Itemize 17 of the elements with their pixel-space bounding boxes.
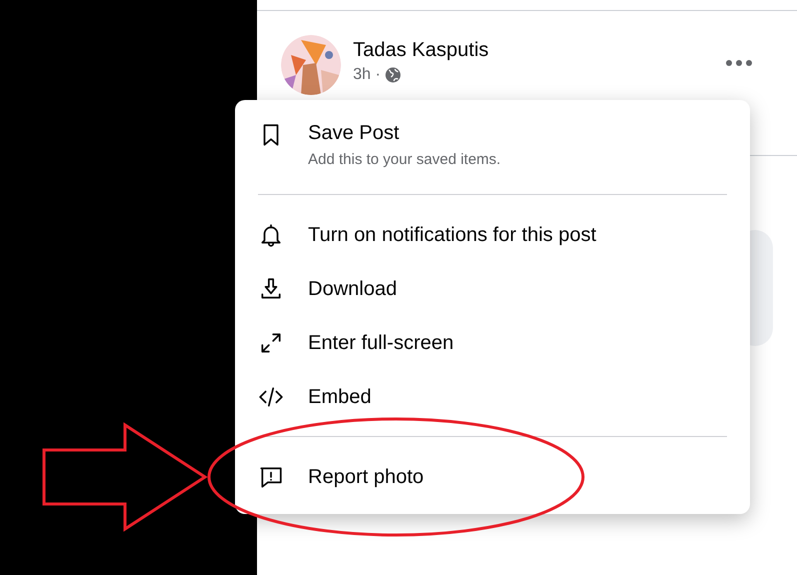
more-icon (726, 60, 752, 66)
post-time: 3h · (353, 65, 381, 85)
menu-item-label: Save Post (308, 121, 400, 146)
author-name[interactable]: Tadas Kasputis (353, 37, 489, 63)
menu-item[interactable]: Embed (243, 370, 742, 424)
globe-icon (384, 67, 401, 83)
menu-item-label: Enter full-screen (308, 331, 454, 356)
menu-item[interactable]: Enter full-screen (243, 316, 742, 370)
menu-item-description: Add this to your saved items. (308, 150, 501, 170)
menu-item-label: Download (308, 277, 397, 302)
menu-item[interactable]: Turn on notifications for this post (243, 208, 742, 262)
menu-item[interactable]: Save Post Add this to your saved items. (243, 120, 742, 194)
menu-item-label: Embed (308, 385, 372, 410)
menu-item[interactable]: Report photo (243, 450, 742, 504)
menu-item-label: Report photo (308, 465, 424, 490)
menu-item-label: Turn on notifications for this post (308, 223, 596, 248)
menu-item[interactable]: Download (243, 262, 742, 316)
